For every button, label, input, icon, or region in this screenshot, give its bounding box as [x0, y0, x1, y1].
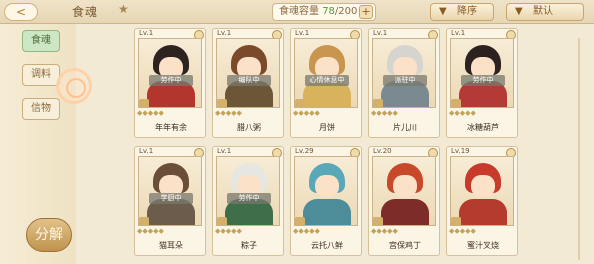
- capacity-display: 食魂容量 78/200 +: [272, 3, 376, 21]
- chevron-down-icon: ▼: [439, 6, 447, 17]
- character-portrait: 劳作中: [450, 38, 514, 108]
- rarity-icon: [451, 217, 461, 225]
- status-badge: 学厨中: [149, 193, 193, 204]
- decompose-button[interactable]: 分解: [26, 218, 72, 252]
- status-badge: 派驻中: [383, 75, 427, 86]
- skill-gems-icon: ◆◆◆◆◆: [449, 227, 476, 235]
- sort-order-label: 降序: [457, 6, 477, 17]
- rarity-icon: [139, 99, 149, 107]
- character-portrait: 派驻中: [372, 38, 436, 108]
- scrollbar[interactable]: [578, 38, 580, 260]
- card-level: Lv.19: [451, 147, 470, 155]
- rarity-icon: [139, 217, 149, 225]
- skill-gems-icon: ◆◆◆◆◆: [293, 109, 320, 117]
- character-name: 月饼: [319, 123, 335, 132]
- character-portrait: [450, 156, 514, 226]
- tap-ripple-indicator: [56, 68, 92, 104]
- food-soul-card[interactable]: Lv.1 劳作中 ◆◆◆◆◆ 粽子: [212, 146, 284, 256]
- portrait-face: [315, 175, 339, 197]
- card-level: Lv.1: [373, 29, 388, 37]
- character-name: 宫保鸡丁: [389, 241, 421, 250]
- character-portrait: 编队中: [216, 38, 280, 108]
- status-badge: 编队中: [227, 75, 271, 86]
- tab-seasonings[interactable]: 调料: [22, 64, 60, 86]
- rarity-icon: [295, 217, 305, 225]
- food-soul-card[interactable]: Lv.20 ◆◆◆◆◆ 宫保鸡丁: [368, 146, 440, 256]
- tab-tokens[interactable]: 信物: [22, 98, 60, 120]
- status-badge: 劳作中: [227, 193, 271, 204]
- portrait-face: [393, 175, 417, 197]
- skill-gems-icon: ◆◆◆◆◆: [137, 109, 164, 117]
- character-portrait: 劳作中: [138, 38, 202, 108]
- portrait-body: [459, 199, 507, 225]
- character-name: 片儿川: [393, 123, 417, 132]
- character-name: 粽子: [241, 241, 257, 250]
- capacity-total: /200: [334, 6, 358, 17]
- chevron-down-icon: ▼: [515, 6, 523, 17]
- character-name: 蜜汁叉烧: [467, 241, 499, 250]
- status-badge: 心情休息中: [305, 75, 349, 86]
- character-name: 冰糖葫芦: [467, 123, 499, 132]
- skill-gems-icon: ◆◆◆◆◆: [137, 227, 164, 235]
- skill-gems-icon: ◆◆◆◆◆: [371, 109, 398, 117]
- food-soul-card[interactable]: Lv.29 ◆◆◆◆◆ 云托八鲜: [290, 146, 362, 256]
- skill-gems-icon: ◆◆◆◆◆: [371, 227, 398, 235]
- character-name: 云托八鲜: [311, 241, 343, 250]
- card-level: Lv.1: [451, 29, 466, 37]
- character-name: 年年有余: [155, 123, 187, 132]
- character-portrait: [294, 156, 358, 226]
- portrait-body: [381, 199, 429, 225]
- character-portrait: 心情休息中: [294, 38, 358, 108]
- character-name: 猫耳朵: [159, 241, 183, 250]
- card-level: Lv.29: [295, 147, 314, 155]
- rarity-icon: [373, 217, 383, 225]
- character-portrait: 学厨中: [138, 156, 202, 226]
- page-title: 食魂: [72, 5, 99, 19]
- food-soul-card[interactable]: Lv.1 派驻中 ◆◆◆◆◆ 片儿川: [368, 28, 440, 138]
- card-level: Lv.1: [217, 147, 232, 155]
- skill-gems-icon: ◆◆◆◆◆: [215, 227, 242, 235]
- rarity-icon: [217, 99, 227, 107]
- portrait-face: [471, 175, 495, 197]
- card-level: Lv.20: [373, 147, 392, 155]
- character-portrait: [372, 156, 436, 226]
- food-soul-card[interactable]: Lv.1 学厨中 ◆◆◆◆◆ 猫耳朵: [134, 146, 206, 256]
- character-name: 腊八粥: [237, 123, 261, 132]
- back-button[interactable]: <: [4, 3, 38, 21]
- character-portrait: 劳作中: [216, 156, 280, 226]
- status-badge: 劳作中: [149, 75, 193, 86]
- top-bar: < 食魂 ★ 食魂容量 78/200 + ▼ 降序 ▼ 默认: [0, 0, 594, 24]
- food-soul-grid: Lv.1 劳作中 ◆◆◆◆◆ 年年有余 Lv.1 编队中 ◆◆◆◆◆ 腊八粥 Lv.1 心情休息中…: [134, 28, 574, 264]
- rarity-icon: [217, 217, 227, 225]
- food-soul-card[interactable]: Lv.1 劳作中 ◆◆◆◆◆ 年年有余: [134, 28, 206, 138]
- card-level: Lv.1: [139, 147, 154, 155]
- sort-order-button[interactable]: ▼ 降序: [430, 3, 494, 21]
- rarity-icon: [373, 99, 383, 107]
- add-capacity-button[interactable]: +: [359, 5, 373, 19]
- capacity-current: 78: [322, 6, 335, 17]
- back-arrow-icon: <: [15, 5, 27, 19]
- sort-filter-button[interactable]: ▼ 默认: [506, 3, 584, 21]
- food-soul-card[interactable]: Lv.19 ◆◆◆◆◆ 蜜汁叉烧: [446, 146, 518, 256]
- card-level: Lv.1: [295, 29, 310, 37]
- skill-gems-icon: ◆◆◆◆◆: [293, 227, 320, 235]
- card-level: Lv.1: [217, 29, 232, 37]
- food-soul-card[interactable]: Lv.1 编队中 ◆◆◆◆◆ 腊八粥: [212, 28, 284, 138]
- food-soul-card[interactable]: Lv.1 心情休息中 ◆◆◆◆◆ 月饼: [290, 28, 362, 138]
- favorite-star-icon[interactable]: ★: [118, 2, 129, 16]
- portrait-body: [303, 199, 351, 225]
- status-badge: 劳作中: [461, 75, 505, 86]
- sort-filter-label: 默认: [533, 6, 553, 17]
- capacity-label: 食魂容量: [279, 6, 319, 17]
- rarity-icon: [295, 99, 305, 107]
- tab-food-souls[interactable]: 食魂: [22, 30, 60, 52]
- skill-gems-icon: ◆◆◆◆◆: [449, 109, 476, 117]
- rarity-icon: [451, 99, 461, 107]
- food-soul-card[interactable]: Lv.1 劳作中 ◆◆◆◆◆ 冰糖葫芦: [446, 28, 518, 138]
- card-level: Lv.1: [139, 29, 154, 37]
- skill-gems-icon: ◆◆◆◆◆: [215, 109, 242, 117]
